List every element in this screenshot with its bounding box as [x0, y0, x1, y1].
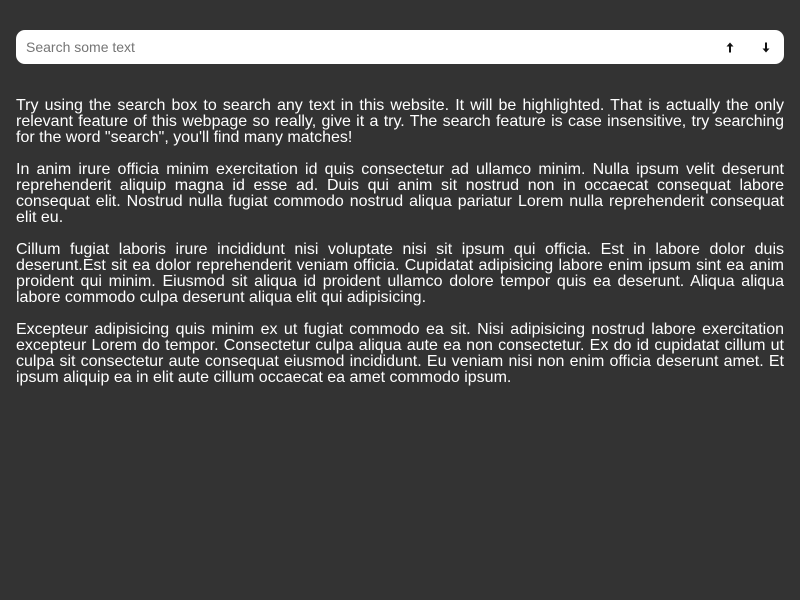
search-bar	[16, 30, 784, 64]
search-input[interactable]	[16, 30, 712, 64]
previous-match-button[interactable]	[712, 30, 748, 64]
arrow-down-icon	[762, 42, 770, 52]
paragraph-3: Cillum fugiat laboris irure incididunt n…	[16, 241, 784, 306]
paragraph-intro: Try using the search box to search any t…	[16, 97, 784, 146]
next-match-button[interactable]	[748, 30, 784, 64]
content-area: Try using the search box to search any t…	[16, 98, 784, 402]
paragraph-2: In anim irure officia minim exercitation…	[16, 161, 784, 226]
paragraph-4: Excepteur adipisicing quis minim ex ut f…	[16, 321, 784, 386]
arrow-up-icon	[726, 42, 734, 52]
